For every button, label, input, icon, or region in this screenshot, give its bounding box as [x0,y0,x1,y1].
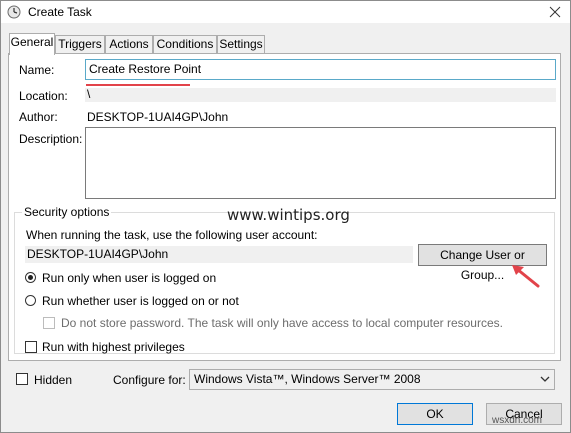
radio-whether-label[interactable]: Run whether user is logged on or not [42,294,239,308]
location-value: \ [87,87,91,101]
description-textarea[interactable] [85,127,556,199]
description-label: Description: [19,132,83,146]
ok-button[interactable]: OK [397,403,473,425]
account-field: DESKTOP-1UAI4GP\John [25,246,413,263]
title-bar[interactable]: Create Task [1,1,570,23]
configure-for-label: Configure for: [113,373,186,387]
security-options-title: Security options [22,205,112,219]
tab-conditions[interactable]: Conditions [153,35,217,53]
do-not-store-password-label: Do not store password. The task will onl… [61,316,503,330]
location-label: Location: [19,89,68,103]
watermark-text: www.wintips.org [227,206,350,224]
chevron-down-icon [540,376,550,382]
close-icon [549,6,561,18]
annotation-arrow-icon [512,265,540,288]
name-input[interactable]: Create Restore Point [85,59,556,80]
window-title: Create Task [28,5,92,19]
radio-logged-on-label[interactable]: Run only when user is logged on [42,271,216,285]
tab-general[interactable]: General [9,33,55,55]
author-value: DESKTOP-1UAI4GP\John [87,110,229,124]
close-button[interactable] [540,1,570,23]
tab-triggers[interactable]: Triggers [55,35,105,53]
configure-for-value: Windows Vista™, Windows Server™ 2008 [194,372,421,386]
radio-whether-logged-on[interactable] [25,295,36,306]
author-label: Author: [19,110,58,124]
location-field [85,88,556,102]
configure-for-select[interactable]: Windows Vista™, Windows Server™ 2008 [189,369,555,390]
corner-watermark: wsxdn.com [492,415,543,426]
hidden-checkbox[interactable] [16,373,28,385]
annotation-underline [86,84,190,86]
radio-logged-on[interactable] [25,272,36,283]
do-not-store-password-checkbox[interactable] [43,317,55,329]
clock-icon [7,5,21,19]
tab-settings[interactable]: Settings [217,35,265,53]
tab-actions[interactable]: Actions [105,35,153,53]
highest-privileges-checkbox[interactable] [25,341,37,353]
highest-privileges-label[interactable]: Run with highest privileges [42,340,185,354]
hidden-label[interactable]: Hidden [34,373,72,387]
account-prompt: When running the task, use the following… [26,228,318,242]
name-label: Name: [19,63,55,77]
